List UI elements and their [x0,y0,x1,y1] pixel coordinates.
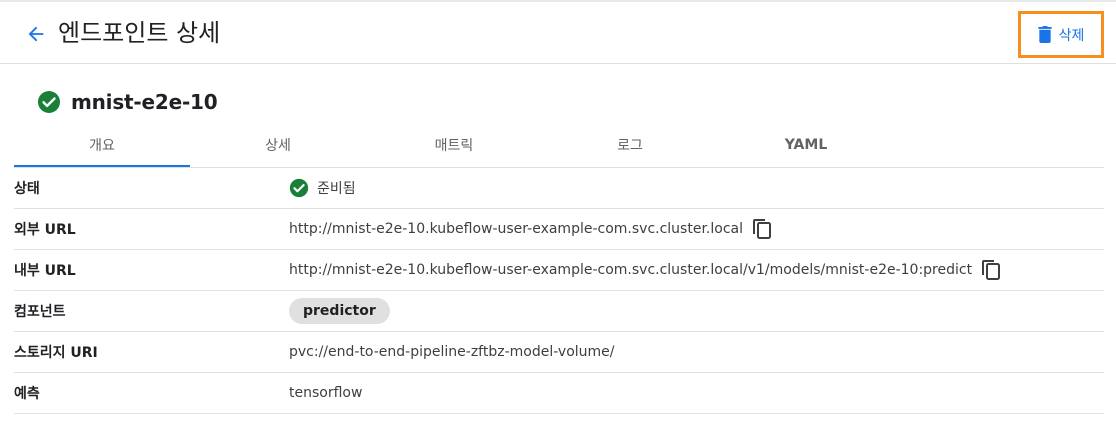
delete-button[interactable]: 삭제 [1018,11,1104,58]
endpoint-name-row: mnist-e2e-10 [37,89,218,115]
check-circle-icon [289,178,309,198]
external-url-text: http://mnist-e2e-10.kubeflow-user-exampl… [289,221,743,237]
component-chip[interactable]: predictor [289,298,390,324]
detail-label: 컴포넌트 [14,304,66,320]
detail-label: 상태 [14,181,40,197]
detail-value: 준비됨 [289,178,356,198]
tab-overview[interactable]: 개요 [14,122,190,167]
internal-url-text: http://mnist-e2e-10.kubeflow-user-exampl… [289,262,973,278]
tab-logs[interactable]: 로그 [542,122,718,167]
details-table: 상태 준비됨 외부 URL http://mnist-e2e-10.kubefl… [14,168,1104,414]
arrow-back-icon [28,26,44,42]
trash-icon [1037,26,1052,43]
back-button[interactable] [22,20,50,48]
detail-value: http://mnist-e2e-10.kubeflow-user-exampl… [289,218,773,240]
delete-button-label: 삭제 [1058,27,1085,44]
detail-value: predictor [289,298,390,324]
detail-row-components: 컴포넌트 predictor [14,291,1104,332]
page-header: 엔드포인트 상세 삭제 [0,2,1116,64]
detail-label: 예측 [14,386,40,402]
copy-icon [753,219,771,239]
copy-button[interactable] [751,218,773,240]
tab-details[interactable]: 상세 [190,122,366,167]
detail-label: 내부 URL [14,263,76,279]
detail-row-predictor: 예측 tensorflow [14,373,1104,414]
endpoint-name: mnist-e2e-10 [71,90,218,114]
status-text: 준비됨 [317,181,356,197]
detail-value: tensorflow [289,385,363,401]
detail-label: 스토리지 URI [14,345,98,361]
detail-row-storage-uri: 스토리지 URI pvc://end-to-end-pipeline-zftbz… [14,332,1104,373]
active-tab-indicator [14,165,190,167]
detail-row-status: 상태 준비됨 [14,168,1104,209]
check-circle-icon [38,91,60,113]
copy-button[interactable] [980,259,1002,281]
copy-icon [982,260,1001,280]
detail-value: pvc://end-to-end-pipeline-zftbz-model-vo… [289,344,615,360]
detail-value: http://mnist-e2e-10.kubeflow-user-exampl… [289,259,1002,281]
tab-bar: 개요 상세 매트릭 로그 YAML [14,122,1104,168]
detail-row-internal-url: 내부 URL http://mnist-e2e-10.kubeflow-user… [14,250,1104,291]
detail-label: 외부 URL [14,222,76,238]
tab-metrics[interactable]: 매트릭 [366,122,542,167]
tab-yaml[interactable]: YAML [718,122,894,167]
page-title: 엔드포인트 상세 [58,19,221,47]
detail-row-external-url: 외부 URL http://mnist-e2e-10.kubeflow-user… [14,209,1104,250]
